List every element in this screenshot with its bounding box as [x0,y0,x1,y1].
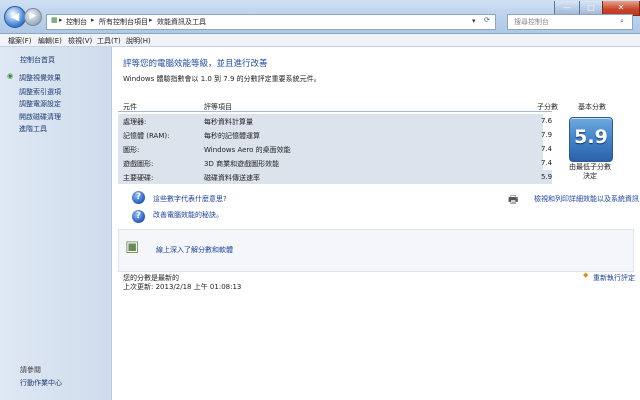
software-icon: ▣ [125,237,140,255]
sidebar-item-indexing[interactable]: 調整索引選項 [19,87,61,97]
breadcrumb-performance[interactable]: 效能資訊及工具 [157,17,206,27]
refresh-icon[interactable]: ⟳ [484,16,490,24]
breadcrumb-control-panel[interactable]: 控制台 [66,17,87,27]
uac-shield-icon: ◆ [583,271,589,279]
rating-description: 每秒資料計算量 [204,118,253,126]
base-score-badge: 5.9 [569,117,613,162]
search-placeholder: 搜尋控制台 [514,18,549,26]
subscore-value: 5.9 [541,173,553,181]
sidebar-item-disk-cleanup[interactable]: 開啟磁碟清理 [19,112,61,122]
control-panel-icon: ▦ [51,16,58,24]
address-dropdown-icon[interactable]: ▾ [472,17,476,25]
menu-bar: 檔案(F) 編輯(E) 檢視(V) 工具(T) 說明(H) [0,34,640,47]
what-numbers-mean-link[interactable]: 這些數字代表什麼意思? [153,194,227,204]
sidebar-item-power[interactable]: 調整電源設定 [19,99,61,109]
menu-help[interactable]: 說明(H) [126,36,151,46]
rating-description: 磁碟資料傳送速率 [204,174,260,182]
component-label: 圖形: [123,146,140,154]
component-label: 遊戲圖形: [123,160,154,168]
shield-icon: ◉ [7,72,14,80]
printer-icon: 🖶 [508,193,519,206]
search-icon: ⌕ [620,17,624,25]
table-row-bg [118,156,543,170]
component-label: 主要硬碟: [123,174,154,182]
sidebar-item-visual-effects[interactable]: 調整視覺效果 [19,73,61,83]
base-score-caption: 由最低子分數決定 [569,163,611,180]
help-icon: ? [132,210,145,223]
table-row-bg [118,114,543,128]
breadcrumb-chevron-icon[interactable]: ▸ [91,16,95,24]
sidebar-item-action-center[interactable]: 行動作業中心 [20,378,62,388]
table-row-bg [118,128,543,142]
subscore-value: 7.6 [541,117,553,125]
see-also-title: 請參閱 [20,366,41,374]
sidebar-item-advanced-tools[interactable]: 進階工具 [19,124,47,134]
column-header-base-score: 基本分數 [578,103,606,111]
breadcrumb-chevron-icon[interactable]: ▸ [149,16,153,24]
learn-more-link[interactable]: 線上深入了解分數和軟體 [156,245,233,255]
search-input[interactable]: 搜尋控制台 ⌕ [507,14,633,30]
rerun-assessment-link[interactable]: 重新執行評定 [593,273,635,283]
breadcrumb-chevron-icon[interactable]: ▸ [59,16,63,24]
table-row-bg [118,170,543,184]
sidebar: 控制台首頁 ◉ 調整視覺效果 調整索引選項 調整電源設定 開啟磁碟清理 進階工具… [0,47,112,400]
help-icon: ? [132,191,145,204]
menu-tools[interactable]: 工具(T) [97,36,121,46]
table-row-bg [118,142,543,156]
intro-text: Windows 體驗指數會以 1.0 到 7.9 的分數評定重要系統元件。 [123,75,321,83]
address-bar[interactable]: ▦ ▸ 控制台 ▸ 所有控制台項目 ▸ 效能資訊及工具 ▾ ⟳ [46,14,496,30]
subscore-value: 7.4 [541,145,553,153]
component-label: 記憶體 (RAM): [123,132,170,140]
header-divider [118,111,552,112]
component-label: 處理器: [123,118,147,126]
rating-description: 3D 商業和遊戲圖形效能 [204,160,280,168]
title-bar: ◀ ▶ — □ ✕ ▦ ▸ 控制台 ▸ 所有控制台項目 ▸ 效能資訊及工具 ▾ … [0,0,640,34]
forward-button[interactable]: ▶ [24,8,42,26]
menu-edit[interactable]: 編輯(E) [38,36,62,46]
back-button[interactable]: ◀ [4,6,26,28]
breadcrumb-all-items[interactable]: 所有控制台項目 [99,17,148,27]
menu-file[interactable]: 檔案(F) [8,36,32,46]
page-title: 評等您的電腦效能等級，並且進行改善 [123,59,268,69]
base-score-value: 5.9 [574,126,608,148]
last-update-time: 上次更新: 2013/2/18 上午 01:08:13 [123,283,242,291]
main-content: 評等您的電腦效能等級，並且進行改善 Windows 體驗指數會以 1.0 到 7… [112,47,640,400]
sidebar-home[interactable]: 控制台首頁 [20,55,55,65]
subscore-value: 7.4 [541,159,553,167]
improve-performance-link[interactable]: 改善電腦效能的秘訣。 [153,210,223,220]
menu-view[interactable]: 檢視(V) [68,36,92,46]
rating-description: 每秒的記憶體運算 [204,132,260,140]
rating-description: Windows Aero 的桌面效能 [204,146,291,154]
print-details-link[interactable]: 檢視和列印詳細效能以及系統資訊 [534,194,639,204]
subscore-value: 7.9 [541,131,553,139]
